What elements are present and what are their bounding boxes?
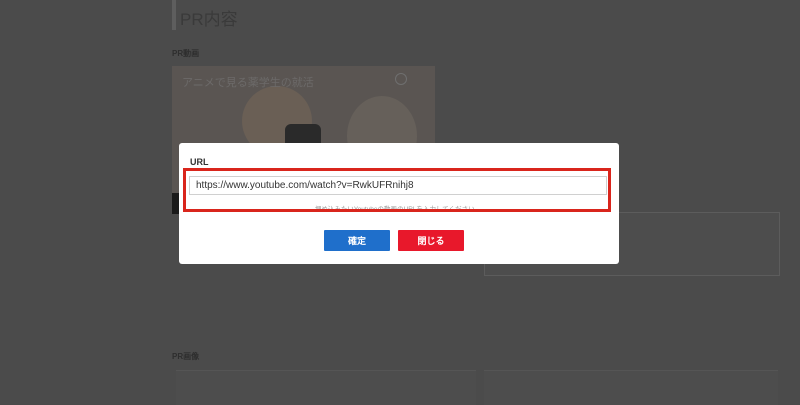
confirm-button[interactable]: 確定	[324, 230, 390, 251]
video-label: PR動画	[172, 49, 200, 58]
video-title: アニメで見る薬学生の就活	[182, 77, 314, 89]
url-input[interactable]	[189, 176, 607, 195]
url-modal: URL 埋め込みたいYoutubeの動画のURLを入力してください。 確定 閉じ…	[179, 143, 619, 264]
image-upload-box[interactable]	[484, 370, 778, 405]
section-title: PR内容	[180, 10, 238, 29]
image-label: PR画像	[172, 352, 200, 361]
clock-icon[interactable]	[395, 73, 407, 85]
image-upload-box[interactable]	[176, 370, 476, 405]
url-label: URL	[190, 157, 209, 167]
close-button[interactable]: 閉じる	[398, 230, 464, 251]
section-accent-bar	[172, 0, 176, 30]
url-hint: 埋め込みたいYoutubeの動画のURLを入力してください。	[314, 206, 482, 213]
